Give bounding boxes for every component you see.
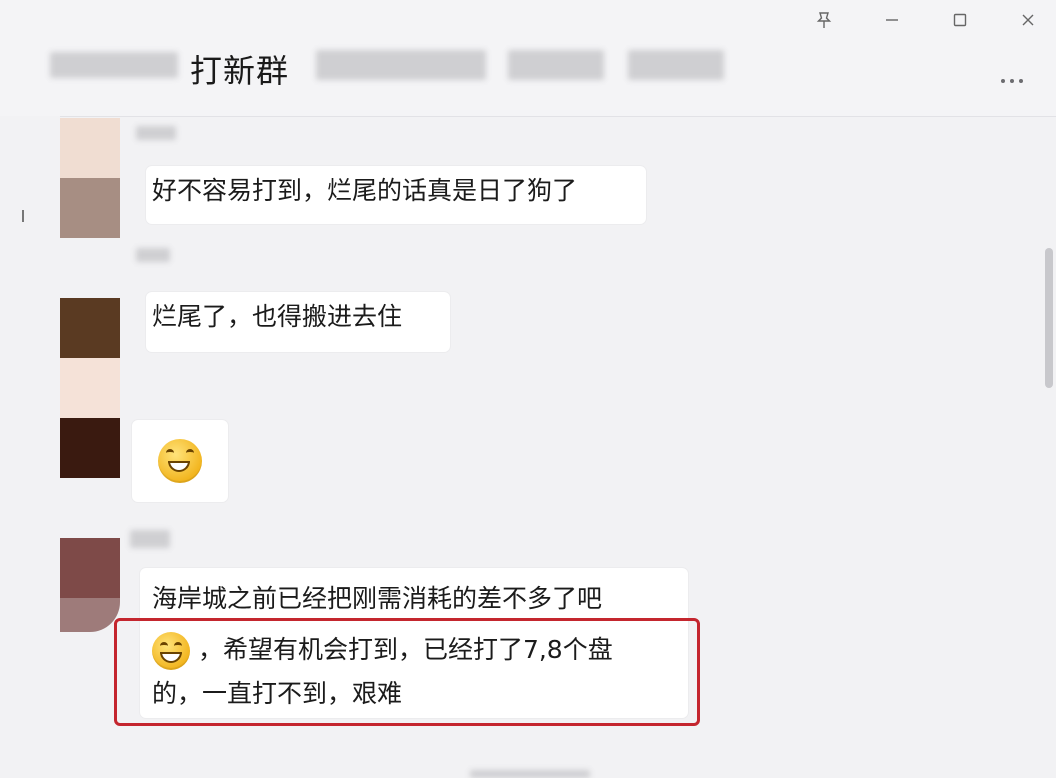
header-divider bbox=[60, 116, 1056, 117]
close-icon[interactable] bbox=[1014, 8, 1042, 32]
avatar[interactable] bbox=[60, 298, 120, 418]
scrollbar[interactable] bbox=[1045, 248, 1053, 388]
message-text: 烂尾了，也得搬进去住 bbox=[152, 302, 403, 331]
chat-title: 打新群 bbox=[190, 52, 290, 90]
avatar[interactable] bbox=[60, 418, 120, 478]
sender-name bbox=[130, 530, 170, 548]
blurred-title-suffix bbox=[316, 50, 486, 80]
avatar[interactable] bbox=[60, 538, 120, 632]
highlight-box bbox=[114, 618, 700, 726]
blurred-name bbox=[50, 52, 178, 78]
message-bubble[interactable] bbox=[132, 420, 228, 502]
minimize-icon[interactable] bbox=[878, 8, 906, 32]
pin-icon[interactable] bbox=[810, 8, 838, 32]
blurred-footer bbox=[470, 770, 590, 778]
blurred-tag bbox=[508, 50, 604, 80]
sender-name bbox=[136, 248, 170, 262]
grinning-face-emoji bbox=[158, 439, 202, 483]
sender-name bbox=[136, 126, 176, 140]
avatar[interactable] bbox=[60, 118, 120, 238]
blurred-tag bbox=[628, 50, 724, 80]
edge-mark bbox=[22, 210, 24, 222]
maximize-icon[interactable] bbox=[946, 8, 974, 32]
message-bubble[interactable]: 好不容易打到，烂尾的话真是日了狗了 bbox=[146, 166, 646, 224]
message-bubble[interactable]: 烂尾了，也得搬进去住 bbox=[146, 292, 450, 352]
message-text: 好不容易打到，烂尾的话真是日了狗了 bbox=[152, 176, 578, 205]
more-options-icon[interactable] bbox=[992, 72, 1032, 90]
